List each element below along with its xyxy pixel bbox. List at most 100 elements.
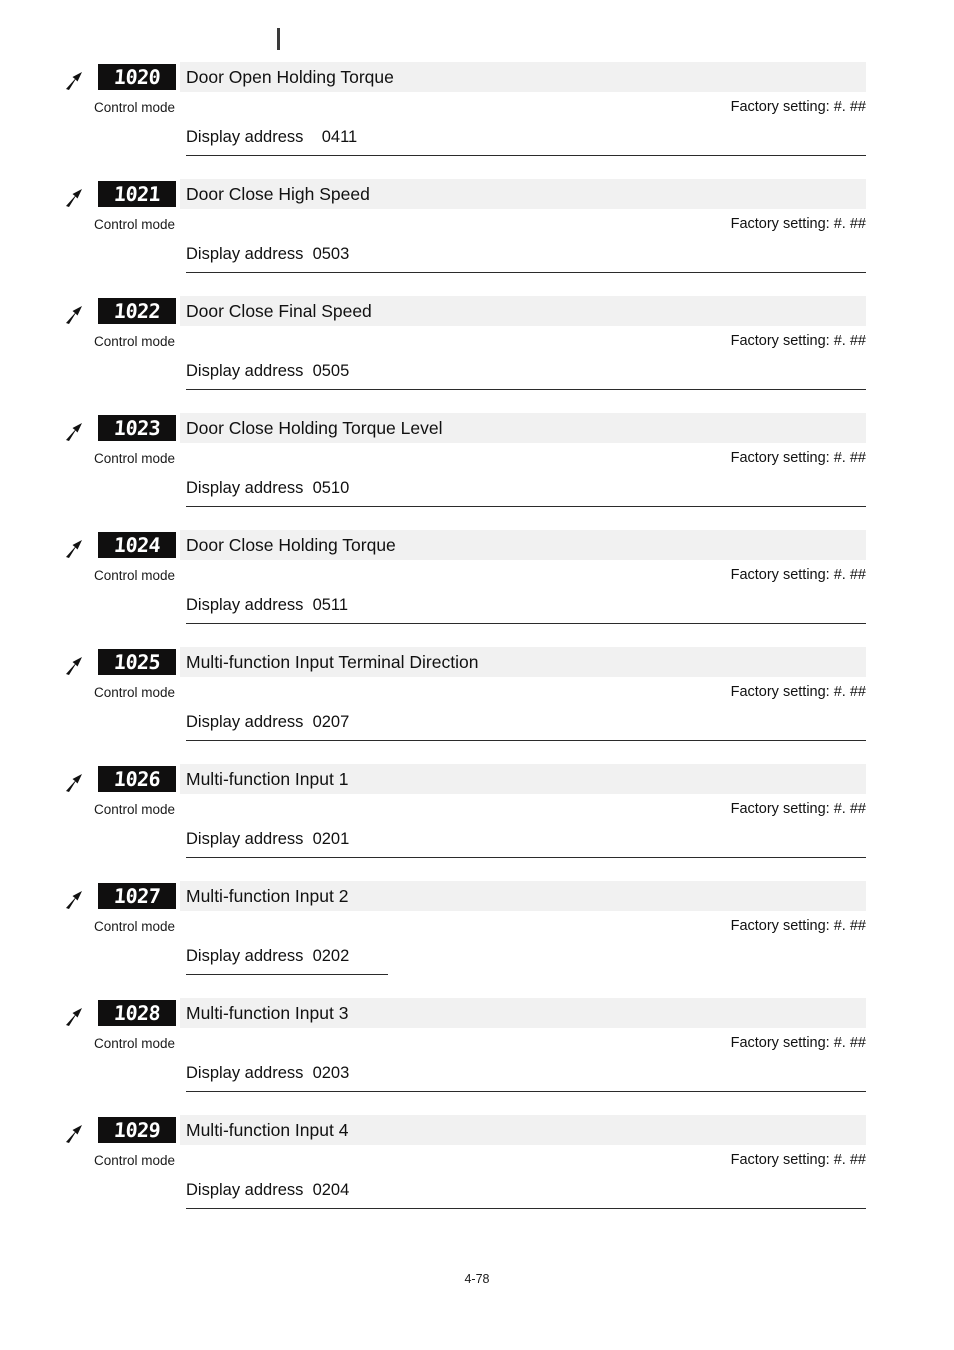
display-address-label: Display address [186, 1064, 304, 1082]
led-digit: 7 [147, 883, 161, 908]
page-number: 4-78 [464, 1272, 490, 1286]
display-address-rule [186, 623, 866, 624]
led-digit: 4 [147, 532, 161, 557]
parameter-block: 1 0. 2 9 Multi-function Input 4 Control mode F… [0, 1115, 954, 1232]
control-mode-label: Control mode [94, 685, 176, 700]
parameter-block: 1 0. 2 1 Door Close High Speed Control mode Fa… [0, 179, 954, 296]
parameter-block: 1 0. 2 5 Multi-function Input Terminal Direc… [0, 647, 954, 764]
display-address-row: Display address 0207 [186, 713, 866, 741]
display-address-row: Display address 0505 [186, 362, 866, 390]
led-digit: 1 [147, 181, 161, 206]
display-address-label: Display address [186, 479, 304, 497]
parameter-code-badge: 10.28 [98, 1000, 176, 1026]
led-digit: 2 [147, 298, 161, 323]
display-address-row: Display address 0204 [186, 1181, 866, 1209]
parameter-code-digits: 10.28 [113, 1000, 161, 1025]
parameter-title-band: Multi-function Input 1 [180, 764, 866, 794]
parameter-code-badge: 10.27 [98, 883, 176, 909]
lightning-bolt-icon [62, 302, 90, 328]
display-address-value: 0505 [312, 362, 350, 380]
parameter-code-badge: 10.24 [98, 532, 176, 558]
display-address-value: 0201 [312, 830, 350, 848]
control-mode-label: Control mode [94, 919, 176, 934]
lightning-bolt-icon [62, 1121, 90, 1147]
display-address-row: Display address 0203 [186, 1064, 866, 1092]
page-footer: 4-78 [0, 1272, 954, 1286]
factory-setting-value: Factory setting: #. ## [730, 918, 866, 934]
parameter-title: Multi-function Input 3 [186, 1002, 349, 1023]
display-address-row: Display address 0411 [186, 128, 866, 156]
control-mode-label: Control mode [94, 1036, 176, 1051]
display-address-gap [303, 1181, 312, 1199]
parameter-title-band: Door Open Holding Torque [180, 62, 866, 92]
factory-setting-value: Factory setting: #. ## [730, 684, 866, 700]
display-address-label: Display address [186, 128, 304, 146]
control-mode-label: Control mode [94, 802, 176, 817]
parameter-title: Door Close Holding Torque [186, 534, 396, 555]
parameter-code-badge: 10.29 [98, 1117, 176, 1143]
display-address-label: Display address [186, 245, 304, 263]
display-address-gap [303, 947, 312, 965]
parameter-title-band: Door Close High Speed [180, 179, 866, 209]
factory-setting-value: Factory setting: #. ## [730, 801, 866, 817]
led-digit: 6 [147, 766, 161, 791]
parameter-block: 1 0. 2 4 Door Close Holding Torque Control mo… [0, 530, 954, 647]
parameter-block: 1 0. 2 8 Multi-function Input 3 Control mode F… [0, 998, 954, 1115]
display-address-gap [303, 1064, 312, 1082]
parameter-code-badge: 10.20 [98, 64, 176, 90]
parameter-code-badge: 10.25 [98, 649, 176, 675]
factory-setting-value: Factory setting: #. ## [730, 450, 866, 466]
parameter-title-band: Door Close Holding Torque Level [180, 413, 866, 443]
parameter-title-band: Door Close Holding Torque [180, 530, 866, 560]
parameter-title: Multi-function Input 1 [186, 768, 349, 789]
parameter-code-badge: 10.23 [98, 415, 176, 441]
display-address-value: 0204 [312, 1181, 350, 1199]
factory-setting-value: Factory setting: #. ## [730, 1152, 866, 1168]
parameter-title: Multi-function Input 4 [186, 1119, 349, 1140]
parameter-code-digits: 10.24 [113, 532, 161, 557]
parameter-code-digits: 10.23 [113, 415, 161, 440]
parameter-block: 1 0. 2 7 Multi-function Input 2 Control mode F… [0, 881, 954, 998]
display-address-gap [303, 128, 321, 146]
display-address-gap [303, 245, 312, 263]
parameter-block: 1 0. 2 3 Door Close Holding Torque Level Cont… [0, 413, 954, 530]
display-address-label: Display address [186, 947, 304, 965]
display-address-rule [186, 857, 866, 858]
lightning-bolt-icon [62, 185, 90, 211]
display-address-gap [303, 713, 312, 731]
parameter-title-band: Multi-function Input 4 [180, 1115, 866, 1145]
parameter-code-digits: 10.20 [113, 65, 161, 89]
display-address-rule [186, 272, 866, 273]
manual-page: 1 0. 2 0 Door Open Holding Torque Control mod… [0, 0, 954, 1350]
parameter-code-badge: 10.21 [98, 181, 176, 207]
display-address-row: Display address 0201 [186, 830, 866, 858]
parameter-title: Door Close High Speed [186, 183, 370, 204]
display-address-rule [186, 740, 866, 741]
parameter-code-digits: 10.22 [113, 298, 161, 323]
control-mode-label: Control mode [94, 334, 176, 349]
control-mode-label: Control mode [94, 568, 176, 583]
parameter-title: Multi-function Input 2 [186, 885, 349, 906]
display-address-value: 0510 [312, 479, 350, 497]
display-address-value: 0207 [312, 713, 350, 731]
parameter-title: Door Close Holding Torque Level [186, 417, 443, 438]
factory-setting-value: Factory setting: #. ## [730, 99, 866, 115]
factory-setting-value: Factory setting: #. ## [730, 333, 866, 349]
display-address-row: Display address 0510 [186, 479, 866, 507]
display-address-label: Display address [186, 1181, 304, 1199]
display-address-value: 0202 [312, 947, 350, 965]
display-address-rule [186, 155, 866, 156]
control-mode-label: Control mode [94, 451, 176, 466]
display-address-row: Display address 0202 [186, 947, 388, 975]
display-address-value: 0411 [321, 128, 358, 146]
display-address-row: Display address 0511 [186, 596, 866, 624]
parameter-list: 1 0. 2 0 Door Open Holding Torque Control mod… [0, 62, 954, 1232]
led-digit: 3 [147, 415, 161, 440]
parameter-title: Multi-function Input Terminal Direction [186, 651, 479, 672]
display-address-rule [186, 974, 388, 975]
lightning-bolt-icon [62, 419, 90, 445]
factory-setting-value: Factory setting: #. ## [730, 216, 866, 232]
display-address-value: 0511 [312, 596, 349, 614]
display-address-rule [186, 1208, 866, 1209]
led-digit: 8 [147, 1000, 161, 1025]
